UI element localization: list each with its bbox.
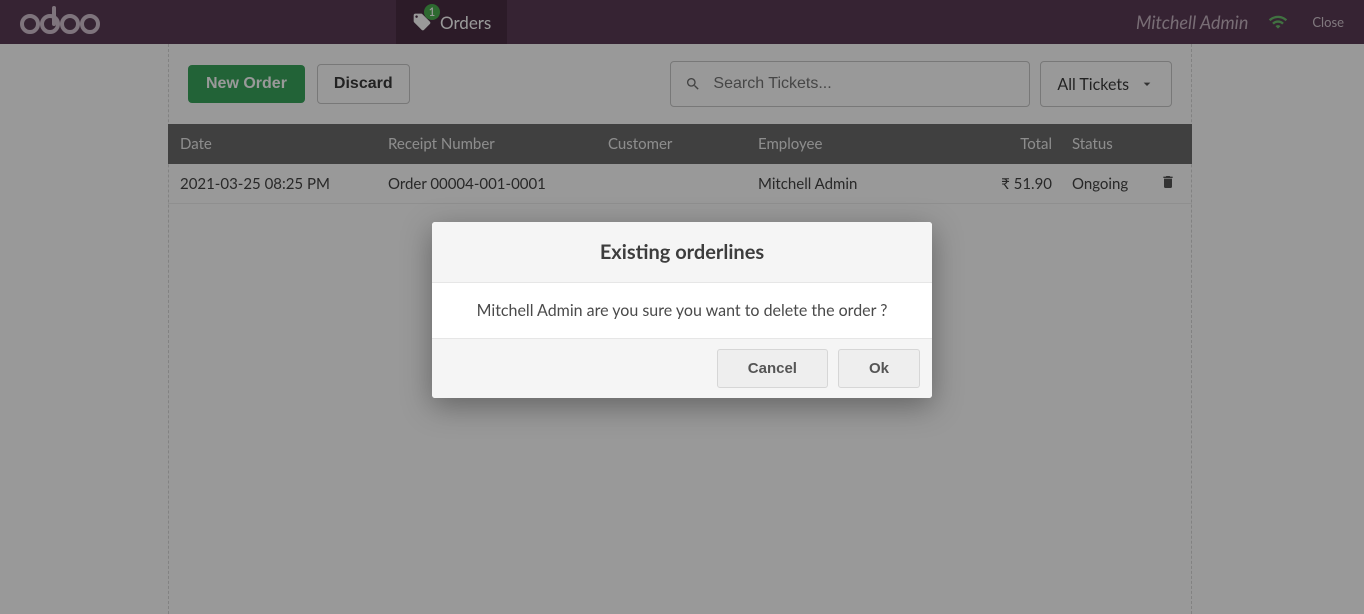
modal-overlay[interactable]: Existing orderlines Mitchell Admin are y…: [0, 0, 1364, 614]
cancel-button[interactable]: Cancel: [717, 349, 828, 388]
modal-footer: Cancel Ok: [432, 339, 932, 398]
ok-button[interactable]: Ok: [838, 349, 920, 388]
confirm-modal: Existing orderlines Mitchell Admin are y…: [432, 222, 932, 398]
modal-title: Existing orderlines: [432, 222, 932, 283]
modal-body: Mitchell Admin are you sure you want to …: [432, 283, 932, 339]
